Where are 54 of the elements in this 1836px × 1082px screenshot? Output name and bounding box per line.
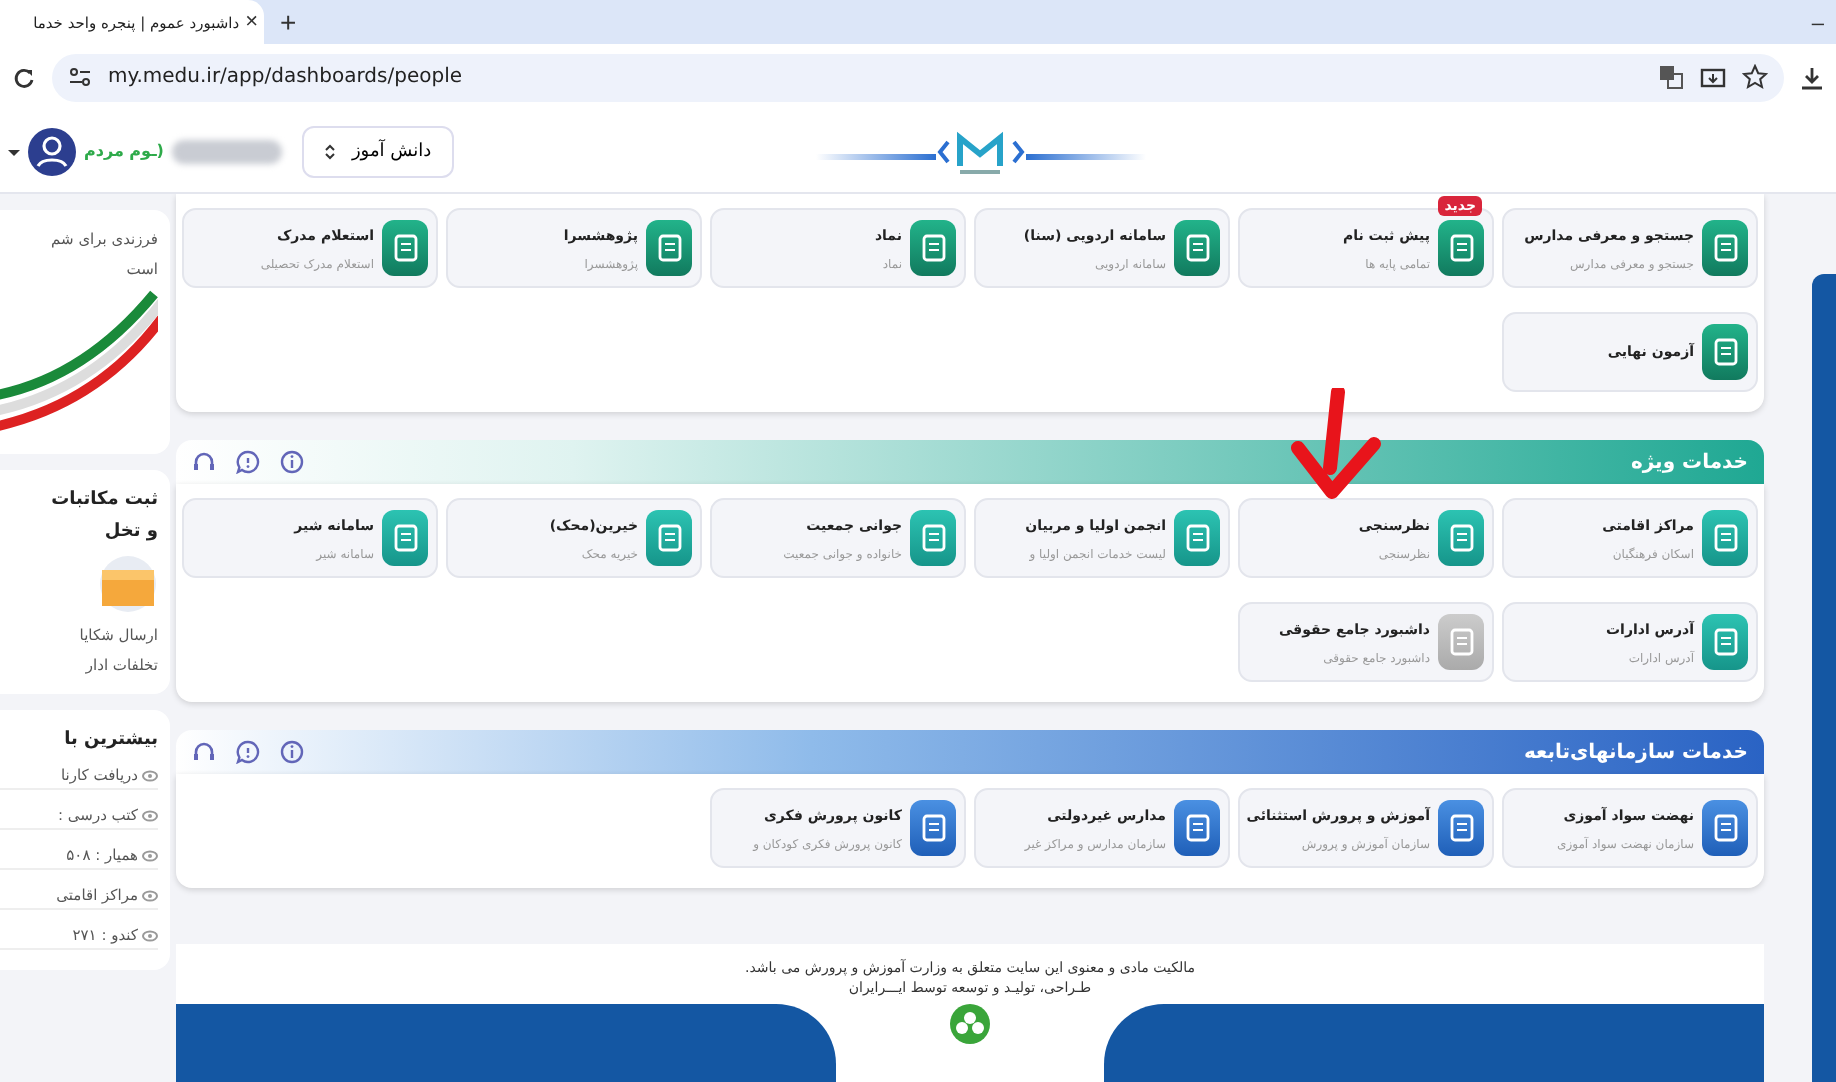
section-title: خدمات ویژه — [1630, 451, 1748, 473]
close-tab-button[interactable]: × — [245, 10, 258, 34]
info-icon[interactable] — [280, 740, 304, 764]
document-icon — [1449, 628, 1473, 656]
document-icon — [1713, 628, 1737, 656]
avatar-icon[interactable] — [28, 127, 76, 175]
document-icon — [1713, 814, 1737, 842]
document-icon — [1713, 524, 1737, 552]
document-icon — [1713, 234, 1737, 262]
eye-icon — [142, 849, 158, 861]
caret-icon[interactable] — [8, 145, 20, 157]
headset-icon[interactable] — [192, 450, 216, 474]
eye-icon — [142, 889, 158, 901]
document-icon — [1185, 524, 1209, 552]
headset-icon[interactable] — [192, 740, 216, 764]
chat-icon[interactable] — [236, 740, 260, 764]
chat-icon[interactable] — [236, 450, 260, 474]
card-title: ثبت مکاتبات — [49, 490, 158, 510]
document-icon — [393, 234, 417, 262]
document-icon — [1185, 814, 1209, 842]
role-select[interactable]: دانش آموز — [301, 125, 454, 177]
info-icon[interactable] — [280, 450, 304, 474]
user-role: ـوم مردم) — [84, 142, 164, 160]
install-icon[interactable] — [1700, 65, 1726, 89]
eye-icon — [142, 809, 158, 821]
card-title: بیشترین با — [62, 730, 158, 750]
translate-icon[interactable] — [1658, 64, 1684, 90]
eye-icon — [142, 769, 158, 781]
new-tab-button[interactable]: + — [280, 6, 297, 38]
reload-icon[interactable] — [12, 65, 36, 89]
blurred-name — [171, 139, 282, 163]
url-text: my.medu.ir/app/dashboards/people — [108, 66, 464, 88]
document-icon — [657, 524, 681, 552]
document-icon — [1185, 234, 1209, 262]
footer-logo-icon — [950, 1004, 990, 1044]
section-title: خدمات سازمانهای‌تابعه — [1523, 741, 1748, 763]
document-icon — [393, 524, 417, 552]
document-icon — [1713, 338, 1737, 366]
address-bar[interactable]: my.medu.ir/app/dashboards/people — [52, 53, 1784, 101]
download-icon[interactable] — [1800, 65, 1824, 89]
document-icon — [921, 234, 945, 262]
minimize-button[interactable]: – — [1811, 12, 1824, 44]
document-icon — [657, 234, 681, 262]
site-settings-icon[interactable] — [68, 66, 92, 88]
document-icon — [1449, 524, 1473, 552]
box-icon — [98, 554, 158, 614]
sort-caret-icon — [323, 143, 336, 159]
eye-icon — [142, 929, 158, 941]
document-icon — [921, 814, 945, 842]
document-icon — [921, 524, 945, 552]
document-icon — [1449, 814, 1473, 842]
star-icon[interactable] — [1742, 64, 1768, 90]
card-title: و تخل — [102, 522, 158, 542]
document-icon — [1449, 234, 1473, 262]
